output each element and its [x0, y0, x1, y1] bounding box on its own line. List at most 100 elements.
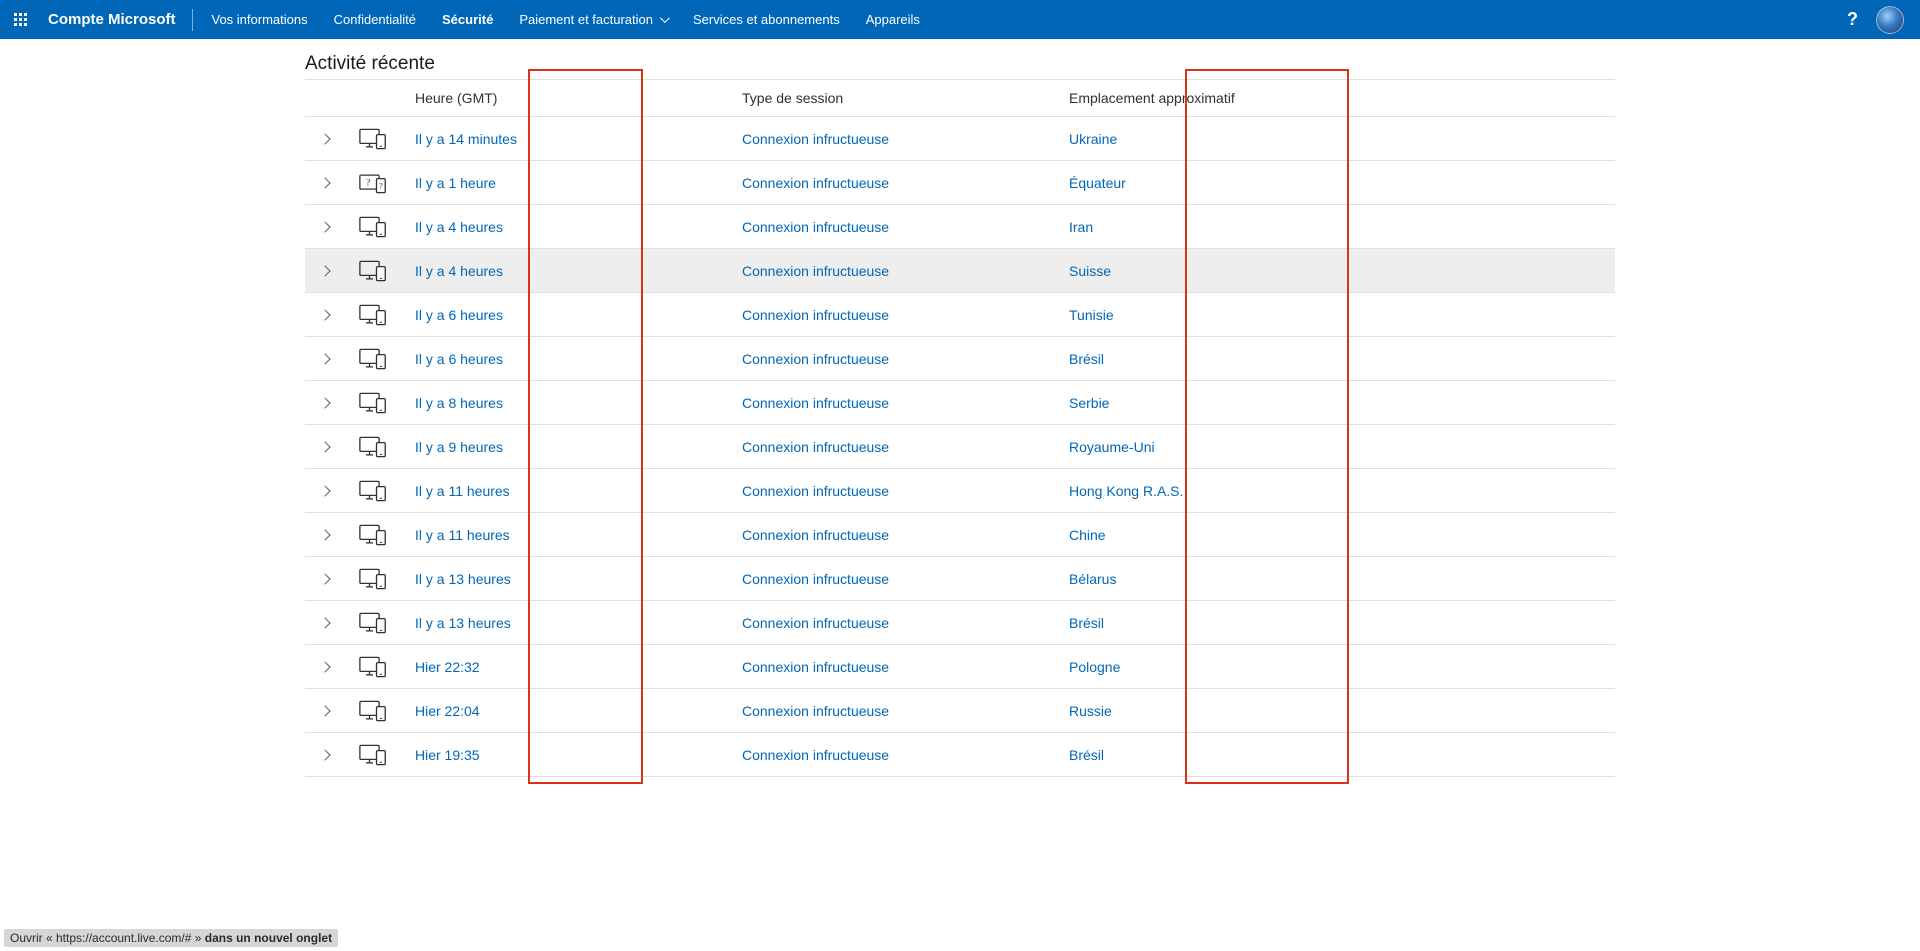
- device-pc-phone-icon: [359, 348, 389, 370]
- chevron-right-icon: [319, 177, 330, 188]
- avatar[interactable]: [1876, 6, 1904, 34]
- device-pc-phone-icon: [359, 260, 389, 282]
- expand-button[interactable]: [305, 267, 345, 275]
- chevron-right-icon: [319, 617, 330, 628]
- table-row[interactable]: Il y a 1 heureConnexion infructueuseÉqua…: [305, 161, 1615, 205]
- nav-item[interactable]: Sécurité: [429, 0, 506, 39]
- expand-button[interactable]: [305, 311, 345, 319]
- table-row[interactable]: Il y a 11 heuresConnexion infructueuseCh…: [305, 513, 1615, 557]
- cell-session-type: Connexion infructueuse: [742, 307, 1069, 323]
- device-pc-phone-icon: [359, 568, 389, 590]
- cell-location: Brésil: [1069, 747, 1615, 763]
- expand-button[interactable]: [305, 179, 345, 187]
- device-pc-phone-icon: [359, 524, 389, 546]
- expand-button[interactable]: [305, 223, 345, 231]
- chevron-right-icon: [319, 705, 330, 716]
- cell-location: Russie: [1069, 703, 1615, 719]
- table-header: Heure (GMT) Type de session Emplacement …: [305, 79, 1615, 117]
- cell-time: Il y a 6 heures: [415, 307, 742, 323]
- expand-button[interactable]: [305, 575, 345, 583]
- chevron-right-icon: [319, 397, 330, 408]
- device-pc-phone-icon: [359, 744, 389, 766]
- cell-session-type: Connexion infructueuse: [742, 659, 1069, 675]
- table-row[interactable]: Il y a 14 minutesConnexion infructueuseU…: [305, 117, 1615, 161]
- table-row[interactable]: Il y a 11 heuresConnexion infructueuseHo…: [305, 469, 1615, 513]
- cell-time: Il y a 11 heures: [415, 483, 742, 499]
- expand-button[interactable]: [305, 355, 345, 363]
- column-header-time: Heure (GMT): [415, 90, 742, 106]
- column-header-type: Type de session: [742, 90, 1069, 106]
- help-icon[interactable]: ?: [1847, 9, 1858, 30]
- cell-location: Tunisie: [1069, 307, 1615, 323]
- chevron-right-icon: [319, 353, 330, 364]
- chevron-right-icon: [319, 265, 330, 276]
- activity-list: Il y a 14 minutesConnexion infructueuseU…: [305, 117, 1615, 777]
- expand-button[interactable]: [305, 619, 345, 627]
- cell-location: Hong Kong R.A.S.: [1069, 483, 1615, 499]
- cell-location: Serbie: [1069, 395, 1615, 411]
- cell-location: Équateur: [1069, 175, 1615, 191]
- cell-session-type: Connexion infructueuse: [742, 351, 1069, 367]
- cell-time: Hier 19:35: [415, 747, 742, 763]
- chevron-right-icon: [319, 133, 330, 144]
- nav-item[interactable]: Confidentialité: [321, 0, 429, 39]
- cell-session-type: Connexion infructueuse: [742, 439, 1069, 455]
- device-pc-phone-icon: [359, 392, 389, 414]
- primary-nav: Vos informationsConfidentialitéSécuritéP…: [199, 0, 933, 39]
- device-pc-phone-icon: [359, 304, 389, 326]
- top-nav-bar: Compte Microsoft Vos informationsConfide…: [0, 0, 1920, 39]
- cell-time: Il y a 8 heures: [415, 395, 742, 411]
- table-row[interactable]: Il y a 13 heuresConnexion infructueuseBr…: [305, 601, 1615, 645]
- cell-time: Il y a 9 heures: [415, 439, 742, 455]
- table-row[interactable]: Il y a 9 heuresConnexion infructueuseRoy…: [305, 425, 1615, 469]
- cell-time: Il y a 11 heures: [415, 527, 742, 543]
- expand-button[interactable]: [305, 531, 345, 539]
- page-title: Activité récente: [305, 53, 1615, 79]
- table-row[interactable]: Hier 22:04Connexion infructueuseRussie: [305, 689, 1615, 733]
- app-launcher-icon[interactable]: [6, 6, 34, 34]
- cell-location: Brésil: [1069, 615, 1615, 631]
- expand-button[interactable]: [305, 751, 345, 759]
- cell-session-type: Connexion infructueuse: [742, 395, 1069, 411]
- device-unknown-icon: [359, 172, 389, 194]
- chevron-right-icon: [319, 309, 330, 320]
- expand-button[interactable]: [305, 399, 345, 407]
- cell-time: Il y a 6 heures: [415, 351, 742, 367]
- table-row[interactable]: Il y a 6 heuresConnexion infructueuseBré…: [305, 337, 1615, 381]
- table-row[interactable]: Il y a 4 heuresConnexion infructueuseIra…: [305, 205, 1615, 249]
- expand-button[interactable]: [305, 443, 345, 451]
- cell-location: Chine: [1069, 527, 1615, 543]
- nav-item[interactable]: Appareils: [853, 0, 933, 39]
- expand-button[interactable]: [305, 707, 345, 715]
- nav-item[interactable]: Services et abonnements: [680, 0, 853, 39]
- cell-location: Royaume-Uni: [1069, 439, 1615, 455]
- cell-location: Iran: [1069, 219, 1615, 235]
- cell-time: Il y a 4 heures: [415, 263, 742, 279]
- expand-button[interactable]: [305, 135, 345, 143]
- cell-time: Il y a 13 heures: [415, 615, 742, 631]
- table-row[interactable]: Hier 19:35Connexion infructueuseBrésil: [305, 733, 1615, 777]
- brand-label[interactable]: Compte Microsoft: [48, 9, 193, 31]
- cell-location: Brésil: [1069, 351, 1615, 367]
- cell-session-type: Connexion infructueuse: [742, 483, 1069, 499]
- device-pc-phone-icon: [359, 128, 389, 150]
- table-row[interactable]: Il y a 13 heuresConnexion infructueuseBé…: [305, 557, 1615, 601]
- expand-button[interactable]: [305, 663, 345, 671]
- table-row[interactable]: Hier 22:32Connexion infructueusePologne: [305, 645, 1615, 689]
- device-pc-phone-icon: [359, 480, 389, 502]
- nav-item[interactable]: Paiement et facturation: [506, 0, 680, 39]
- device-pc-phone-icon: [359, 612, 389, 634]
- cell-session-type: Connexion infructueuse: [742, 747, 1069, 763]
- expand-button[interactable]: [305, 487, 345, 495]
- main-content: Activité récente Heure (GMT) Type de ses…: [305, 39, 1615, 777]
- chevron-right-icon: [319, 529, 330, 540]
- cell-time: Il y a 1 heure: [415, 175, 742, 191]
- cell-session-type: Connexion infructueuse: [742, 131, 1069, 147]
- nav-item[interactable]: Vos informations: [199, 0, 321, 39]
- cell-location: Pologne: [1069, 659, 1615, 675]
- cell-time: Hier 22:04: [415, 703, 742, 719]
- table-row[interactable]: Il y a 6 heuresConnexion infructueuseTun…: [305, 293, 1615, 337]
- table-row[interactable]: Il y a 4 heuresConnexion infructueuseSui…: [305, 249, 1615, 293]
- cell-location: Suisse: [1069, 263, 1615, 279]
- table-row[interactable]: Il y a 8 heuresConnexion infructueuseSer…: [305, 381, 1615, 425]
